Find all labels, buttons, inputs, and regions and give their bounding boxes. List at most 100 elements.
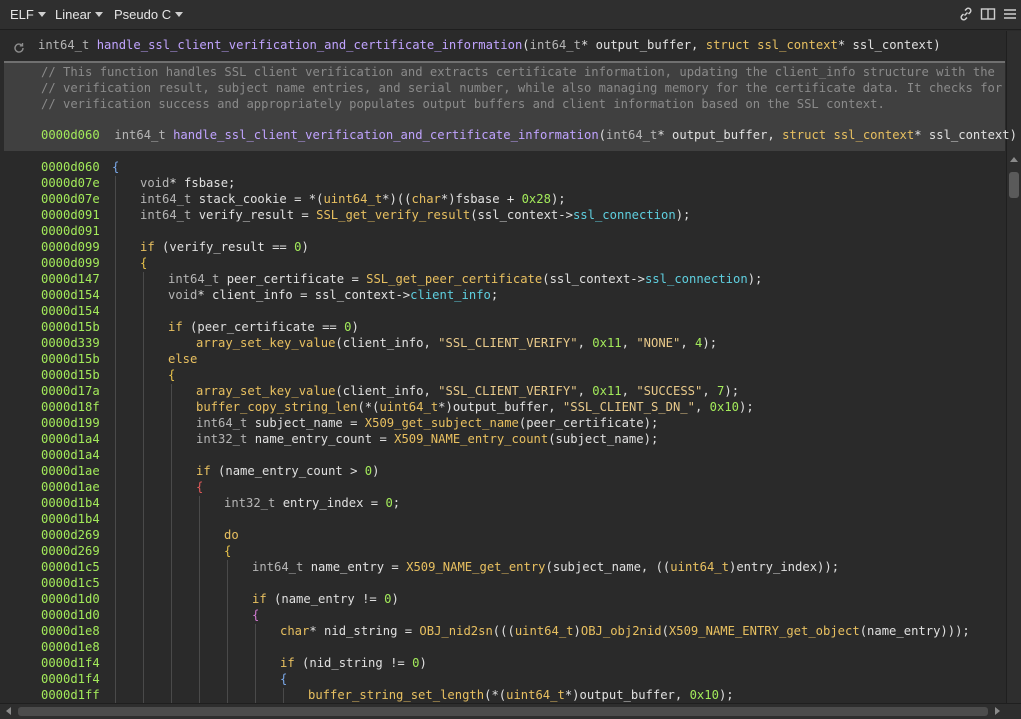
code-line[interactable]: 0000d1e8 char* nid_string = OBJ_nid2sn(((…	[4, 624, 1005, 640]
line-address[interactable]: 0000d199	[41, 416, 100, 430]
code-line[interactable]: 0000d099 {	[4, 256, 1005, 272]
code-line[interactable]: 0000d199 int64_t subject_name = X509_get_…	[4, 416, 1005, 432]
horizontal-scroll-thumb[interactable]	[18, 707, 988, 716]
line-address[interactable]: 0000d07e	[41, 176, 100, 190]
code-line[interactable]: 0000d1ae if (name_entry_count > 0)	[4, 464, 1005, 480]
code-token: handle_ssl_client_verification_and_certi…	[173, 128, 599, 142]
code-line[interactable]: 0000d07e void* fsbase;	[4, 176, 1005, 192]
horizontal-scrollbar[interactable]	[0, 703, 1021, 719]
line-address[interactable]: 0000d1d0	[41, 608, 100, 622]
line-address[interactable]: 0000d1ff	[41, 688, 100, 702]
scroll-right-icon[interactable]	[995, 707, 1000, 715]
code-token: *)output_buffer,	[564, 688, 690, 702]
refresh-icon[interactable]	[13, 39, 25, 58]
line-address[interactable]: 0000d1e8	[41, 640, 100, 654]
line-address[interactable]: 0000d099	[41, 240, 100, 254]
function-declaration[interactable]: 0000d060 int64_t handle_ssl_client_verif…	[41, 128, 1017, 142]
line-address[interactable]: 0000d1ae	[41, 480, 100, 494]
line-address[interactable]: 0000d154	[41, 288, 100, 302]
line-address[interactable]: 0000d1b4	[41, 512, 100, 526]
code-line[interactable]: 0000d1c5	[4, 576, 1005, 592]
vertical-scrollbar[interactable]	[1006, 151, 1021, 703]
code-line[interactable]: 0000d099 if (verify_result == 0)	[4, 240, 1005, 256]
code-line[interactable]: 0000d1f4 if (nid_string != 0)	[4, 656, 1005, 672]
line-address[interactable]: 0000d1e8	[41, 624, 100, 638]
line-address[interactable]: 0000d099	[41, 256, 100, 270]
scroll-left-icon[interactable]	[6, 707, 11, 715]
code-line[interactable]: 0000d1a4	[4, 448, 1005, 464]
code-line[interactable]: 0000d17a array_set_key_value(client_info,…	[4, 384, 1005, 400]
line-address[interactable]: 0000d1c5	[41, 576, 100, 590]
code-line[interactable]: 0000d339 array_set_key_value(client_info,…	[4, 336, 1005, 352]
line-address[interactable]: 0000d147	[41, 272, 100, 286]
code-line[interactable]: 0000d091	[4, 224, 1005, 240]
language-dropdown[interactable]: Pseudo C	[114, 7, 184, 22]
code-line[interactable]: 0000d15b {	[4, 368, 1005, 384]
vertical-scroll-thumb[interactable]	[1009, 172, 1019, 198]
code-line[interactable]: 0000d1ae {	[4, 480, 1005, 496]
line-address[interactable]: 0000d1ae	[41, 464, 100, 478]
function-signature[interactable]: int64_t handle_ssl_client_verification_a…	[38, 38, 941, 52]
comment-line: // verification result, subject name ent…	[41, 81, 1003, 95]
line-address[interactable]: 0000d091	[41, 208, 100, 222]
code-token: {	[224, 544, 232, 558]
code-line[interactable]: 0000d1f4 {	[4, 672, 1005, 688]
code-line[interactable]: 0000d269 do	[4, 528, 1005, 544]
line-address[interactable]: 0000d1c5	[41, 560, 100, 574]
code-token: if	[140, 240, 155, 254]
code-token: )entry_index));	[728, 560, 840, 574]
line-address[interactable]: 0000d1a4	[41, 432, 100, 446]
line-address[interactable]: 0000d17a	[41, 384, 100, 398]
line-address[interactable]: 0000d1a4	[41, 448, 100, 462]
code-token: X509_get_subject_name	[364, 416, 519, 430]
scroll-up-icon[interactable]	[1010, 157, 1018, 162]
code-line[interactable]: 0000d15b else	[4, 352, 1005, 368]
line-address[interactable]: 0000d1b4	[41, 496, 100, 510]
line-address[interactable]: 0000d339	[41, 336, 100, 350]
split-view-icon[interactable]	[980, 6, 996, 22]
code-line[interactable]: 0000d147 int64_t peer_certificate = SSL_g…	[4, 272, 1005, 288]
code-line[interactable]: 0000d18f buffer_copy_string_len(*(uint64_…	[4, 400, 1005, 416]
line-address[interactable]: 0000d091	[41, 224, 100, 238]
line-address[interactable]: 0000d154	[41, 304, 100, 318]
code-token: )	[391, 592, 399, 606]
code-token: (	[598, 128, 606, 142]
line-address[interactable]: 0000d15b	[41, 320, 100, 334]
code-line[interactable]: 0000d1d0 if (name_entry != 0)	[4, 592, 1005, 608]
code-line[interactable]: 0000d091 int64_t verify_result = SSL_get_…	[4, 208, 1005, 224]
code-line[interactable]: 0000d154	[4, 304, 1005, 320]
code-line[interactable]: 0000d1a4 int32_t name_entry_count = X509_…	[4, 432, 1005, 448]
code-line[interactable]: 0000d15b if (peer_certificate == 0)	[4, 320, 1005, 336]
code-line[interactable]: 0000d1d0 {	[4, 608, 1005, 624]
hamburger-menu-icon[interactable]	[1002, 6, 1018, 22]
code-line[interactable]: 0000d1b4 int32_t entry_index = 0;	[4, 496, 1005, 512]
layout-dropdown[interactable]: Linear	[55, 7, 104, 22]
pseudo-c-code-view[interactable]: 0000d060{0000d07e void* fsbase; 0000d07e in…	[4, 151, 1005, 703]
code-line[interactable]: 0000d1c5 int64_t name_entry = X509_NAME_g…	[4, 560, 1005, 576]
line-address[interactable]: 0000d269	[41, 528, 100, 542]
code-token: ,	[577, 384, 593, 398]
line-address[interactable]: 0000d1d0	[41, 592, 100, 606]
line-address[interactable]: 0000d269	[41, 544, 100, 558]
code-line[interactable]: 0000d269 {	[4, 544, 1005, 560]
code-line[interactable]: 0000d154 void* client_info = ssl_context-…	[4, 288, 1005, 304]
code-line[interactable]: 0000d07e int64_t stack_cookie = *(uint64_…	[4, 192, 1005, 208]
line-source: void* fsbase;	[140, 176, 235, 190]
code-line[interactable]: 0000d1e8	[4, 640, 1005, 656]
link-icon[interactable]	[958, 6, 974, 22]
line-address[interactable]: 0000d1f4	[41, 656, 100, 670]
code-token: int64_t	[140, 192, 192, 206]
line-address[interactable]: 0000d07e	[41, 192, 100, 206]
line-address[interactable]: 0000d15b	[41, 352, 100, 366]
code-line[interactable]: 0000d1b4	[4, 512, 1005, 528]
line-address[interactable]: 0000d1f4	[41, 672, 100, 686]
code-line[interactable]: 0000d060 {	[4, 160, 1005, 176]
code-line[interactable]: 0000d1ff buffer_string_set_length(*(uint6…	[4, 688, 1005, 703]
line-address[interactable]: 0000d18f	[41, 400, 100, 414]
code-token: int64_t	[114, 128, 174, 142]
code-token: );	[724, 384, 740, 398]
line-source: int64_t peer_certificate = SSL_get_peer_…	[168, 272, 762, 286]
line-address[interactable]: 0000d15b	[41, 368, 100, 382]
view-type-dropdown[interactable]: ELF	[10, 7, 46, 22]
line-address[interactable]: 0000d060	[41, 160, 100, 174]
